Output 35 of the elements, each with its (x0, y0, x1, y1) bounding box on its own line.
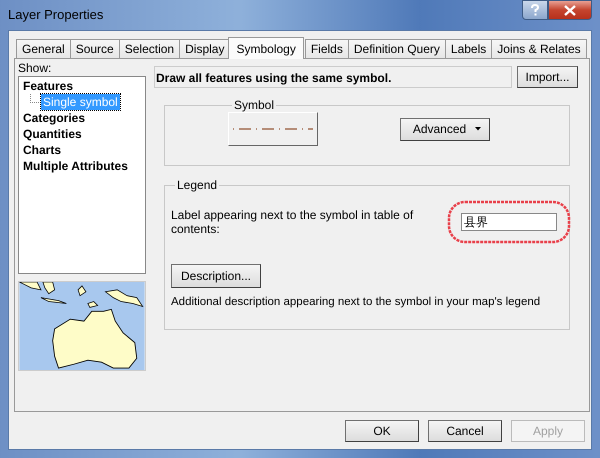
close-icon (564, 4, 576, 16)
symbol-button[interactable] (228, 112, 318, 146)
tree-item[interactable]: Categories (21, 110, 88, 126)
close-button[interactable] (548, 0, 592, 20)
tab[interactable]: Joins & Relates (491, 39, 587, 58)
description-header: Draw all features using the same symbol. (154, 66, 512, 88)
import-button[interactable]: Import... (517, 66, 578, 88)
tab[interactable]: Definition Query (348, 39, 446, 58)
description-hint: Additional description appearing next to the symbol in your map's legend (171, 296, 540, 308)
advanced-button[interactable]: Advanced (400, 118, 490, 140)
help-icon (530, 4, 540, 16)
tab[interactable]: Labels (444, 39, 492, 58)
tree-item[interactable]: Quantities (21, 126, 84, 142)
tab[interactable]: Selection (118, 39, 180, 58)
help-button[interactable] (522, 0, 548, 20)
tab[interactable]: Fields (304, 39, 349, 58)
dash-dot-line-icon (233, 126, 313, 132)
tree-connector-icon (29, 94, 41, 104)
tree-item[interactable]: Features (21, 78, 76, 94)
dialog-button[interactable]: Cancel (428, 420, 502, 442)
tab[interactable]: Source (70, 39, 120, 58)
tab[interactable]: General (16, 39, 71, 58)
caret-icon (475, 127, 482, 131)
show-label: Show: (18, 62, 52, 76)
tab[interactable]: Symbology (228, 37, 304, 59)
group-title: Symbol (233, 98, 276, 112)
group-title: Legend (176, 178, 218, 192)
field-label: Label appearing next to the symbol in table of contents: (171, 208, 414, 236)
description-button[interactable]: Description... (171, 264, 261, 288)
tree-item[interactable]: Multiple Attributes (21, 158, 130, 174)
window-title: Layer Properties (8, 7, 104, 22)
dialog-button[interactable]: OK (345, 420, 419, 442)
label-input-field[interactable]: 县界 (461, 213, 557, 231)
tab[interactable]: Display (179, 39, 230, 58)
tree-item[interactable]: Charts (21, 142, 64, 158)
